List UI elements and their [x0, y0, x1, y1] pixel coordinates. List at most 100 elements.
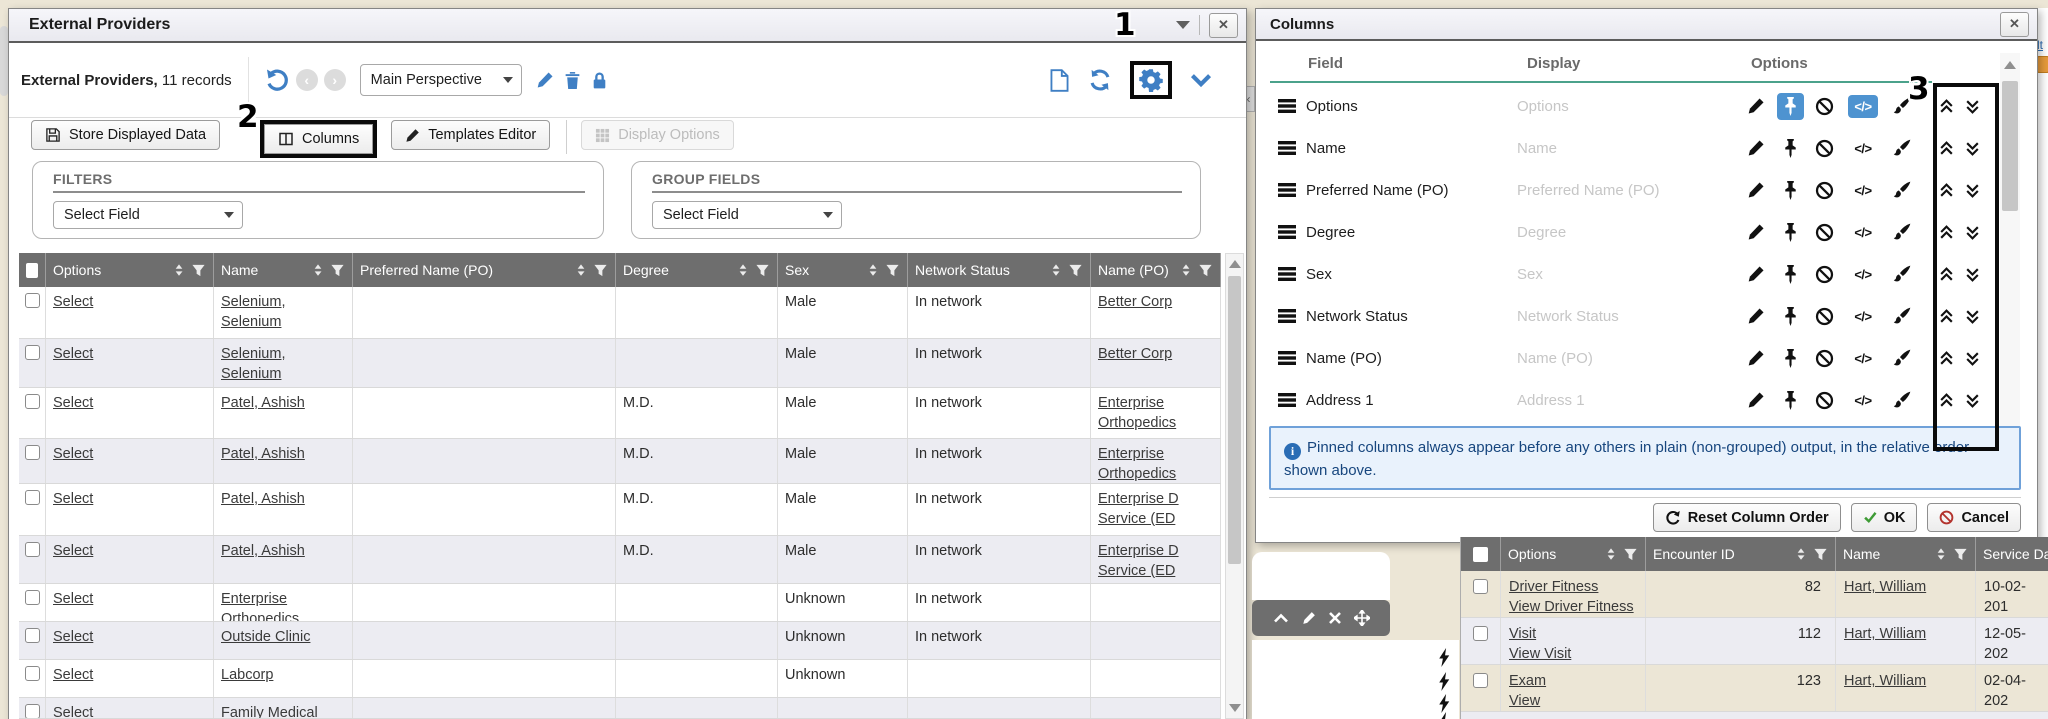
name-line[interactable]: Labcorp — [221, 666, 345, 686]
sort-icon[interactable] — [1794, 547, 1808, 561]
row-checkbox[interactable] — [25, 628, 40, 643]
provider-link[interactable]: Patel, Ashish — [221, 446, 305, 462]
reset-column-order-button[interactable]: Reset Column Order — [1653, 503, 1841, 532]
code-column-icon[interactable]: </> — [1854, 309, 1871, 324]
pin-column-icon[interactable] — [1783, 181, 1798, 200]
edit-column-icon[interactable] — [1747, 265, 1765, 283]
column-header-name[interactable]: Name — [1836, 537, 1976, 571]
encounter-action-link[interactable]: Exam — [1509, 673, 1546, 689]
provider-link[interactable]: Patel, Ashish — [221, 395, 305, 411]
select-link[interactable]: Select — [53, 491, 93, 507]
edit-column-icon[interactable] — [1747, 181, 1765, 199]
edit-perspective-icon[interactable] — [536, 71, 554, 89]
select-link[interactable]: Select — [53, 543, 93, 559]
move-to-top-icon[interactable] — [1938, 392, 1955, 409]
move-icon[interactable] — [1354, 610, 1370, 626]
store-displayed-data-button[interactable]: Store Displayed Data — [31, 120, 220, 150]
row-checkbox[interactable] — [25, 293, 40, 308]
window-close-button[interactable]: ✕ — [1209, 13, 1238, 38]
pin-column-icon[interactable] — [1783, 307, 1798, 326]
organization-link[interactable]: Orthopedics — [1098, 415, 1176, 431]
undo-icon[interactable] — [265, 68, 290, 93]
name-po-line[interactable]: Better Corp — [1098, 293, 1213, 313]
columns-panel-close-button[interactable]: ✕ — [2000, 12, 2029, 37]
name-line[interactable]: Selenium — [221, 365, 345, 385]
sort-icon[interactable] — [866, 263, 880, 277]
row-checkbox[interactable] — [25, 490, 40, 505]
move-to-top-icon[interactable] — [1938, 350, 1955, 367]
option-link-line[interactable]: View Visit — [1509, 644, 1637, 664]
select-link[interactable]: Select — [53, 629, 93, 645]
hide-column-icon[interactable] — [1815, 97, 1834, 116]
code-column-icon[interactable]: </> — [1854, 393, 1871, 408]
organization-link[interactable]: Enterprise — [1098, 395, 1164, 411]
row-checkbox[interactable] — [1473, 579, 1488, 594]
name-po-line[interactable]: Better Corp — [1098, 345, 1213, 365]
prev-page-icon[interactable]: ‹ — [296, 69, 318, 91]
columns-button[interactable]: Columns — [264, 124, 373, 154]
name-line[interactable]: Outside Clinic — [221, 628, 345, 648]
provider-link[interactable]: Selenium — [221, 366, 281, 382]
row-checkbox[interactable] — [25, 394, 40, 409]
move-to-top-icon[interactable] — [1938, 140, 1955, 157]
window-collapse-icon[interactable] — [1176, 21, 1190, 29]
group-field-select[interactable]: Select Field — [652, 201, 842, 229]
hide-column-icon[interactable] — [1815, 391, 1834, 410]
column-header-options[interactable]: Options — [1501, 537, 1646, 571]
refresh-icon[interactable] — [1088, 68, 1112, 92]
code-column-icon[interactable]: </> — [1854, 225, 1871, 240]
select-link[interactable]: Select — [53, 591, 93, 607]
edit-column-icon[interactable] — [1747, 307, 1765, 325]
move-to-top-icon[interactable] — [1938, 308, 1955, 325]
name-line[interactable]: Selenium — [221, 313, 345, 333]
move-to-bottom-icon[interactable] — [1964, 182, 1981, 199]
option-link-line[interactable]: Visit — [1509, 624, 1637, 644]
organization-link[interactable]: Orthopedics — [1098, 466, 1176, 482]
sort-icon[interactable] — [311, 263, 325, 277]
edit-column-icon[interactable] — [1747, 97, 1765, 115]
columns-list-scrollbar[interactable] — [2000, 53, 2020, 453]
select-all-checkbox[interactable] — [1473, 547, 1488, 562]
ok-button[interactable]: OK — [1851, 503, 1918, 532]
hide-column-icon[interactable] — [1815, 139, 1834, 158]
drag-handle-icon[interactable] — [1278, 267, 1296, 281]
row-checkbox[interactable] — [25, 542, 40, 557]
edit-column-icon[interactable] — [1747, 349, 1765, 367]
drag-handle-icon[interactable] — [1278, 183, 1296, 197]
encounter-action-link[interactable]: Visit — [1509, 626, 1536, 642]
pin-column-icon[interactable] — [1783, 265, 1798, 284]
move-to-top-icon[interactable] — [1938, 266, 1955, 283]
name-po-line[interactable]: Enterprise D — [1098, 542, 1213, 562]
templates-editor-button[interactable]: Templates Editor — [391, 120, 550, 150]
organization-link[interactable]: Enterprise D — [1098, 491, 1179, 507]
cancel-button[interactable]: Cancel — [1927, 503, 2021, 532]
drag-handle-icon[interactable] — [1278, 225, 1296, 239]
pin-column-icon[interactable] — [1783, 223, 1798, 242]
name-line[interactable]: Patel, Ashish — [221, 490, 345, 510]
organization-link[interactable]: Better Corp — [1098, 294, 1172, 310]
organization-link[interactable]: Service (ED — [1098, 511, 1175, 527]
name-line[interactable]: Enterprise — [221, 590, 345, 610]
name-po-line[interactable]: Orthopedics — [1098, 465, 1213, 483]
delete-perspective-icon[interactable] — [564, 71, 581, 90]
provider-link[interactable]: Selenium, — [221, 294, 285, 310]
move-to-bottom-icon[interactable] — [1964, 140, 1981, 157]
code-column-icon[interactable]: </> — [1854, 183, 1871, 198]
organization-link[interactable]: Better Corp — [1098, 346, 1172, 362]
column-header-name[interactable]: Name — [214, 253, 353, 287]
edit-column-icon[interactable] — [1747, 223, 1765, 241]
encounter-action-link[interactable]: Driver Fitness — [1509, 579, 1598, 595]
display-options-button[interactable]: Display Options — [581, 120, 734, 150]
new-document-icon[interactable] — [1049, 69, 1070, 92]
organization-link[interactable]: Enterprise D — [1098, 543, 1179, 559]
column-header-sex[interactable]: Sex — [778, 253, 908, 287]
encounter-action-link[interactable]: View — [1509, 693, 1540, 709]
organization-link[interactable]: Enterprise — [1098, 446, 1164, 462]
move-to-bottom-icon[interactable] — [1964, 224, 1981, 241]
code-column-icon[interactable]: </> — [1854, 351, 1871, 366]
name-po-line[interactable]: Orthopedics — [1098, 414, 1213, 434]
sort-icon[interactable] — [736, 263, 750, 277]
filter-icon[interactable] — [1068, 263, 1083, 278]
column-header-degree[interactable]: Degree — [616, 253, 778, 287]
name-po-line[interactable]: Enterprise — [1098, 394, 1213, 414]
